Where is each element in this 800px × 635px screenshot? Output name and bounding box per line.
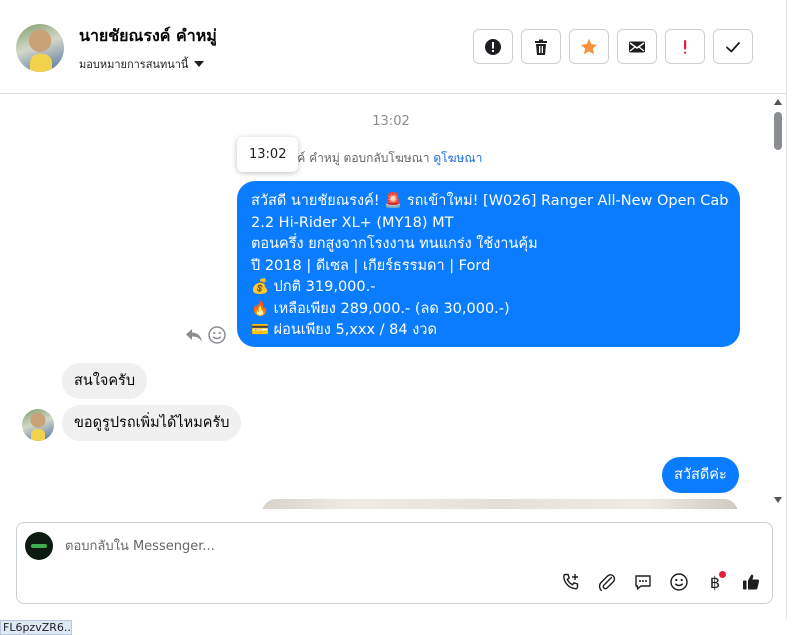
call-add-icon — [563, 573, 579, 590]
view-ad-link[interactable]: ดูโฆษณา — [433, 151, 482, 165]
react-emoji-icon[interactable] — [207, 325, 227, 345]
scrollbar-thumb[interactable] — [774, 112, 782, 150]
ad-line-5: 💰 ปกติ 319,000.- — [251, 279, 376, 295]
assign-label: มอบหมายการสนทนานี้ — [79, 58, 189, 71]
emoji-button[interactable] — [667, 570, 691, 594]
alert-circle-icon — [485, 38, 501, 55]
ad-line-3: ตอนครึ่ง ยกสูงจากโรงงาน ทนแกร่ง ใช้งานคุ… — [251, 236, 538, 252]
mark-spam-button[interactable] — [473, 29, 513, 64]
outgoing-message[interactable]: สวัสดีค่ะ — [662, 457, 739, 493]
ad-reply-note: รงค์ คำหมู่ ตอบกลับโฆษณา ดูโฆษณา — [285, 149, 482, 168]
call-add-button[interactable] — [559, 570, 583, 594]
star-button[interactable] — [569, 29, 609, 64]
status-bar: FL6pzvZR6... — [0, 620, 72, 635]
mark-done-button[interactable] — [713, 29, 753, 64]
contact-name[interactable]: นายชัยณรงค์ คำหมู่ — [79, 24, 217, 49]
like-button[interactable] — [739, 570, 763, 594]
envelope-icon — [629, 41, 645, 52]
reply-input[interactable] — [65, 533, 665, 559]
incoming-message[interactable]: สนใจครับ — [62, 363, 148, 399]
conversation-header: นายชัยณรงค์ คำหมู่ มอบหมายการสนทนานี้ — [0, 0, 786, 94]
scroll-up-arrow[interactable] — [774, 99, 782, 105]
message-thread[interactable]: 13:02 รงค์ คำหมู่ ตอบกลับโฆษณา ดูโฆษณา 1… — [0, 95, 786, 509]
contact-avatar-small — [22, 409, 54, 441]
message-composer: ฿ — [16, 522, 773, 604]
image-attachment[interactable] — [262, 499, 738, 509]
ad-line-6: 🔥 เหลือเพียง 289,000.- (ลด 30,000.-) — [251, 300, 510, 317]
window-edge — [786, 0, 800, 620]
scroll-down-arrow[interactable] — [774, 497, 782, 503]
emoji-icon — [670, 573, 688, 591]
chat-bubble-icon — [635, 575, 651, 590]
exclamation-icon — [684, 39, 687, 54]
delete-button[interactable] — [521, 29, 561, 64]
ad-line-7: 💳 ผ่อนเพียง 5,xxx / 84 งวด — [251, 322, 437, 338]
message-timestamp: 13:02 — [372, 114, 410, 129]
check-icon — [726, 41, 740, 52]
paperclip-icon — [598, 574, 616, 592]
attach-button[interactable] — [595, 570, 619, 594]
page-avatar — [25, 532, 53, 560]
thumbs-up-icon — [743, 574, 760, 590]
assign-conversation-dropdown[interactable]: มอบหมายการสนทนานี้ — [79, 55, 205, 73]
important-button[interactable] — [665, 29, 705, 64]
saved-replies-button[interactable] — [631, 570, 655, 594]
trash-icon — [535, 39, 547, 55]
incoming-message[interactable]: ขอดูรูปรถเพิ่มได้ไหมครับ — [62, 405, 242, 441]
star-icon — [580, 38, 598, 54]
notification-dot — [719, 571, 726, 578]
ad-line-2: 2.2 Hi-Rider XL+ (MY18) MT — [251, 214, 454, 231]
ad-line-4: ปี 2018 | ดีเซล | เกียร์ธรรมดา | Ford — [251, 257, 491, 274]
ad-line-1: สวัสดี นายชัยณรงค์! 🚨 รถเข้าใหม่! [W026]… — [251, 193, 729, 209]
composer-tools: ฿ — [559, 570, 763, 594]
reply-icon[interactable] — [184, 325, 204, 345]
chevron-down-icon — [194, 61, 205, 67]
contact-avatar[interactable] — [16, 24, 64, 72]
mark-unread-button[interactable] — [617, 29, 657, 64]
ad-reply-text: รงค์ คำหมู่ ตอบกลับโฆษณา — [285, 151, 430, 165]
inbox-conversation-panel: นายชัยณรงค์ คำหมู่ มอบหมายการสนทนานี้ 13… — [0, 0, 786, 620]
header-actions — [473, 29, 753, 64]
payment-button[interactable]: ฿ — [703, 570, 727, 594]
time-tooltip: 13:02 — [237, 137, 299, 172]
outgoing-ad-message[interactable]: สวัสดี นายชัยณรงค์! 🚨 รถเข้าใหม่! [W026]… — [237, 181, 740, 347]
